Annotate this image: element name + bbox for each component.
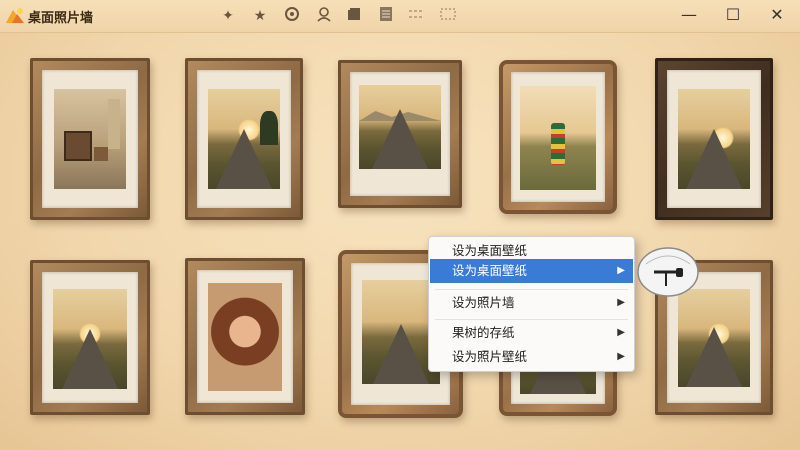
submenu-arrow-icon: ▶ [617, 265, 625, 276]
star-icon[interactable]: ★ [250, 6, 270, 26]
menu-divider [435, 319, 628, 320]
photo-frame[interactable] [185, 58, 303, 220]
menu-item-set-desktop-wallpaper-submenu[interactable]: 设为桌面壁纸 ▶ [430, 259, 633, 283]
photo-portrait [208, 283, 282, 391]
user-icon[interactable] [314, 6, 334, 26]
grid-icon[interactable] [406, 6, 426, 26]
fullscreen-icon[interactable] [438, 6, 458, 26]
mouse-icon [637, 247, 699, 297]
photo-frame[interactable] [338, 60, 462, 208]
photo-road [678, 289, 750, 387]
minimize-button[interactable]: — [676, 4, 702, 26]
menu-divider [435, 289, 628, 290]
photo-road [359, 85, 441, 169]
title-bar: 桌面照片墙 ✦ ★ — ☐ ✕ [0, 0, 800, 33]
menu-item-set-photo-wallpaper[interactable]: 设为照片壁纸 ▶ [430, 345, 633, 369]
maximize-button[interactable]: ☐ [720, 4, 746, 26]
photo-room [54, 89, 126, 189]
submenu-arrow-icon: ▶ [617, 351, 625, 362]
menu-item-storage[interactable]: 果树的存纸 ▶ [430, 321, 633, 345]
menu-item-set-photo-wall[interactable]: 设为照片墙 ▶ [430, 291, 633, 315]
app-logo-icon [6, 8, 24, 23]
submenu-arrow-icon: ▶ [617, 297, 625, 308]
context-menu: 设为桌面壁纸 设为桌面壁纸 ▶ 设为照片墙 ▶ 果树的存纸 ▶ 设为照片壁纸 ▶ [428, 236, 635, 372]
photo-frame[interactable] [30, 58, 150, 220]
photo-road [208, 89, 280, 189]
pin-icon[interactable]: ✦ [218, 6, 238, 26]
photo-road [678, 89, 750, 189]
app-window: 桌面照片墙 ✦ ★ — ☐ ✕ 设为桌面壁纸 设为桌面壁纸 ▶ 设为照片墙 ▶ … [0, 0, 800, 450]
photo-figure [520, 86, 596, 190]
submenu-arrow-icon: ▶ [617, 327, 625, 338]
window-title: 桌面照片墙 [28, 11, 94, 26]
close-button[interactable]: ✕ [764, 4, 790, 26]
shield-icon[interactable] [282, 6, 302, 26]
photo-frame[interactable] [655, 58, 773, 220]
photo-frame[interactable] [30, 260, 150, 415]
document-icon[interactable] [376, 6, 396, 26]
photo-frame[interactable] [499, 60, 617, 214]
gallery-icon[interactable] [344, 6, 364, 26]
photo-frame[interactable] [185, 258, 305, 415]
photo-road [53, 289, 127, 389]
